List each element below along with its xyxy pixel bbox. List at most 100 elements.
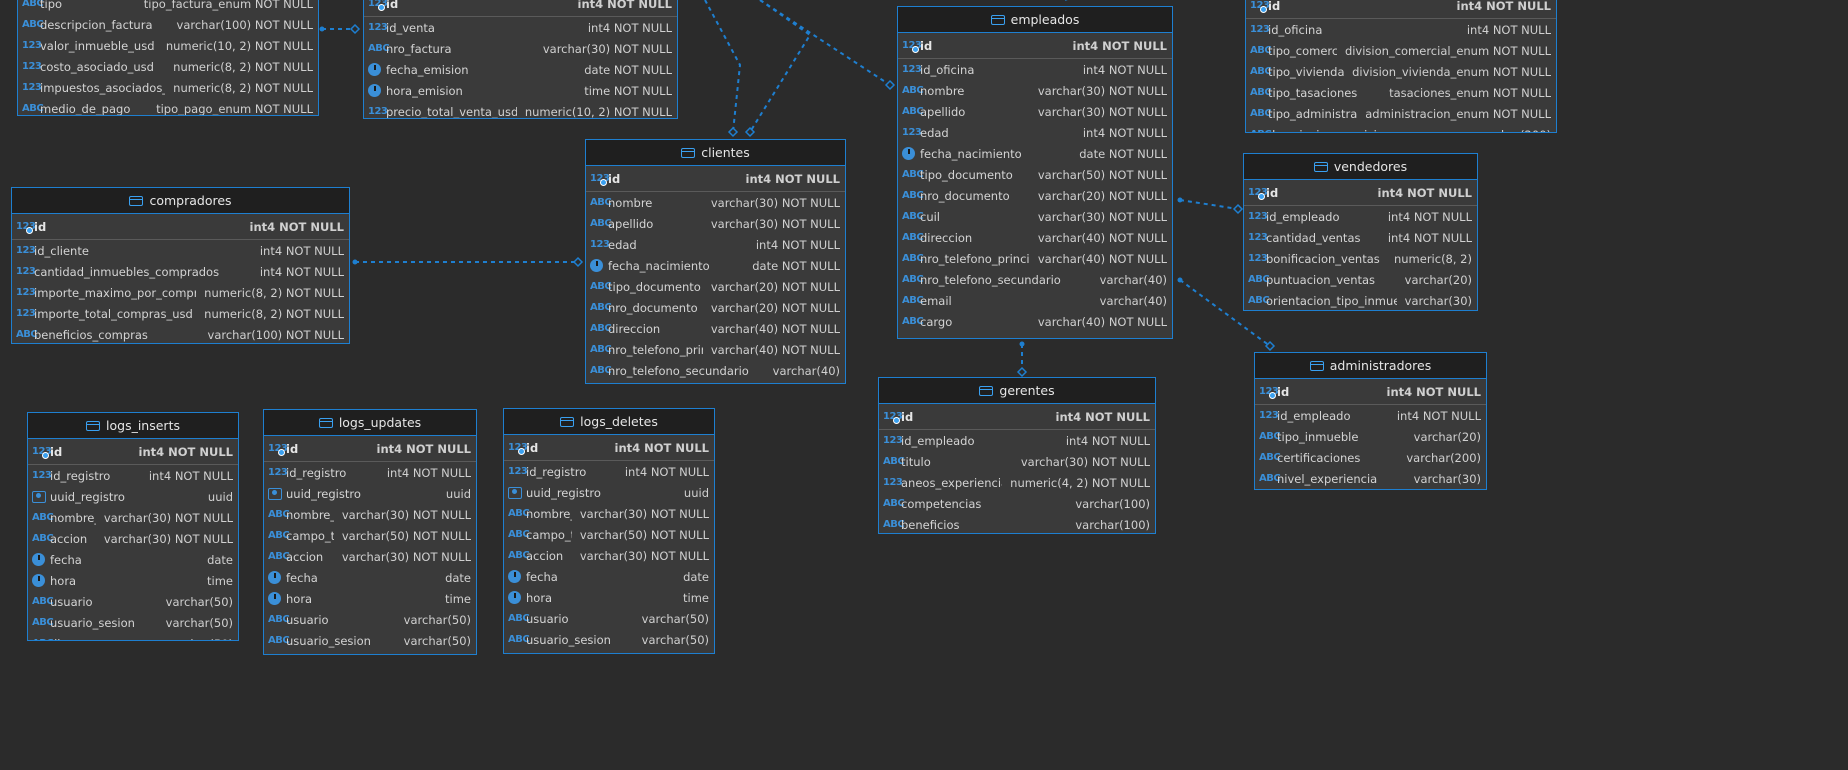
entity-header[interactable]: administradores <box>1255 353 1486 379</box>
column-row[interactable]: 123 edad int4 NOT NULL <box>586 234 845 255</box>
column-row[interactable]: 123 id_empleado int4 NOT NULL <box>1255 405 1486 426</box>
column-row[interactable]: 123 id_oficina int4 NOT NULL <box>1246 19 1556 40</box>
column-row[interactable]: ABC accion varchar(30) NOT NULL <box>264 546 476 567</box>
column-row[interactable]: ABC usuario_sesion varchar(50) <box>264 630 476 651</box>
column-row[interactable]: ABCdbvarchar(50) <box>264 651 476 654</box>
column-row[interactable]: ABCemailvarchar(40) <box>898 290 1172 311</box>
column-row[interactable]: ABC direccion varchar(40) NOT NULL <box>898 227 1172 248</box>
column-row[interactable]: ABC titulo varchar(30) NOT NULL <box>879 451 1155 472</box>
entity-logs-inserts[interactable]: logs_inserts 123 id int4 NOT NULL 123 id_regi… <box>27 412 239 641</box>
column-row[interactable]: ABC direccion varchar(40) NOT NULL <box>586 318 845 339</box>
entity-administradores[interactable]: administradores 123 id int4 NOT NULL 123 id_e… <box>1254 352 1487 490</box>
er-diagram-canvas[interactable]: ABC tipo tipo_factura_enum NOT NULL ABC desc… <box>0 0 1848 770</box>
column-row[interactable]: ABC puntuacion_ventas varchar(20) <box>1244 269 1477 290</box>
column-row[interactable]: 123 id_venta int4 NOT NULL <box>364 17 677 38</box>
column-row[interactable]: hora_emision time NOT NULL <box>364 80 677 101</box>
entity-table-partial[interactable]: 123 id int4 NOT NULL 123 id_oficina int4 NOT … <box>1245 0 1557 133</box>
column-row[interactable]: ABC usuario_sesion varchar(50) <box>28 612 238 633</box>
column-row[interactable]: ABC apellido varchar(30) NOT NULL <box>898 101 1172 122</box>
column-row[interactable]: uuid_registro uuid <box>264 483 476 504</box>
primary-key-row[interactable]: 123id int4 NOT NULL <box>364 0 677 17</box>
column-row[interactable]: hora time <box>504 587 714 608</box>
entity-gerentes[interactable]: gerentes 123 id int4 NOT NULL 123 id_empleado… <box>878 377 1156 534</box>
column-row[interactable]: ABC competencias varchar(100) <box>879 493 1155 514</box>
primary-key-row[interactable]: 123id int4 NOT NULL <box>504 435 714 461</box>
entity-header[interactable]: clientes <box>586 140 845 166</box>
column-row[interactable]: ABCorientacion_tipo_inmueble varchar(30) <box>1244 290 1477 310</box>
column-row[interactable]: ABC nro_factura varchar(30) NOT NULL <box>364 38 677 59</box>
primary-key-row[interactable]: 123id int4 NOT NULL <box>1255 379 1486 405</box>
entity-empleados[interactable]: empleados 123 id int4 NOT NULL 123 id_oficina… <box>897 6 1173 339</box>
column-row[interactable]: 123 cantidad_ventas int4 NOT NULL <box>1244 227 1477 248</box>
primary-key-row[interactable]: 123id int4 NOT NULL <box>264 436 476 462</box>
column-row[interactable]: ABC beneficios varchar(100) <box>879 514 1155 533</box>
column-row[interactable]: 123impuestos_asociados_usd numeric(8, 2) … <box>18 77 318 98</box>
column-row[interactable]: 123 id_registro int4 NOT NULL <box>264 462 476 483</box>
column-row[interactable]: 123aneos_experiencia_laboral numeric(4, 2… <box>879 472 1155 493</box>
column-row[interactable]: ABCcampo_tabla varchar(50) NOT NULL <box>264 525 476 546</box>
column-row[interactable]: 123 id_registro int4 NOT NULL <box>28 465 238 486</box>
entity-header[interactable]: compradores <box>12 188 349 214</box>
column-row[interactable]: 123 cantidad_inmuebles_comprados int4 NOT … <box>12 261 349 282</box>
column-row[interactable]: ABC usuario varchar(50) <box>264 609 476 630</box>
column-row[interactable]: ABC accion varchar(30) NOT NULL <box>28 528 238 549</box>
column-row[interactable]: fecha_nacimiento date NOT NULL <box>586 255 845 276</box>
column-row[interactable]: ABC nro_documento varchar(20) NOT NULL <box>586 297 845 318</box>
column-row[interactable]: 123antiguedadint4 <box>898 332 1172 339</box>
column-row[interactable]: ABCnombre_tabla varchar(30) NOT NULL <box>264 504 476 525</box>
column-row[interactable]: ABC tipo_tasaciones tasaciones_enum NOT NU… <box>1246 82 1556 103</box>
column-row[interactable]: ABC usuario_sesion varchar(50) <box>504 629 714 650</box>
primary-key-row[interactable]: 123id int4 NOT NULL <box>12 214 349 240</box>
column-row[interactable]: ABC tipo tipo_factura_enum NOT NULL <box>18 0 318 14</box>
column-row[interactable]: uuid_registro uuid <box>28 486 238 507</box>
column-row[interactable]: ABCdbvarchar(50) <box>28 633 238 641</box>
column-row[interactable]: ABC cuil varchar(30) NOT NULL <box>898 206 1172 227</box>
column-row[interactable]: fecha date <box>264 567 476 588</box>
primary-key-row[interactable]: 123id int4 NOT NULL <box>898 33 1172 59</box>
column-row[interactable]: 123 id_empleado int4 NOT NULL <box>1244 206 1477 227</box>
column-row[interactable]: 123 valor_inmueble_usd numeric(10, 2) NOT … <box>18 35 318 56</box>
column-row[interactable]: ABC nro_documento varchar(20) NOT NULL <box>898 185 1172 206</box>
column-row[interactable]: ABC apellido varchar(30) NOT NULL <box>586 213 845 234</box>
entity-header[interactable]: vendedores <box>1244 154 1477 180</box>
column-row[interactable]: ABCcampo_tabla varchar(50) NOT NULL <box>504 524 714 545</box>
column-row[interactable]: fecha date <box>504 566 714 587</box>
column-row[interactable]: ABCnro_telefono_principal varchar(40) NOT… <box>898 248 1172 269</box>
entity-header[interactable]: logs_deletes <box>504 409 714 435</box>
column-row[interactable]: ABCnro_telefono_principal varchar(40) NOT… <box>586 339 845 360</box>
column-row[interactable]: ABCdescripcion_serviciosvarchar(200) <box>1246 124 1556 133</box>
column-row[interactable]: ABC nro_telefono_secundario varchar(40) <box>898 269 1172 290</box>
column-row[interactable]: ABC tipo_inmueble varchar(20) <box>1255 426 1486 447</box>
column-row[interactable]: ABC certificaciones varchar(200) <box>1255 447 1486 468</box>
entity-logs-updates[interactable]: logs_updates 123 id int4 NOT NULL 123 id_regi… <box>263 409 477 655</box>
primary-key-row[interactable]: 123id int4 NOT NULL <box>1246 0 1556 19</box>
column-row[interactable]: 123 edad int4 NOT NULL <box>898 122 1172 143</box>
column-row[interactable]: ABC tipo_documento varchar(20) NOT NULL <box>586 276 845 297</box>
column-row[interactable]: 123 precio_total_venta_usd numeric(10, 2) … <box>364 101 677 119</box>
entity-logs-deletes[interactable]: logs_deletes 123 id int4 NOT NULL 123 id_regi… <box>503 408 715 654</box>
column-row[interactable]: 123 id_oficina int4 NOT NULL <box>898 59 1172 80</box>
column-row[interactable]: 123 id_cliente int4 NOT NULL <box>12 240 349 261</box>
column-row[interactable]: ABCnombre_tabla varchar(30) NOT NULL <box>28 507 238 528</box>
column-row[interactable]: ABCtipo_administracion administracion_enu… <box>1246 103 1556 124</box>
primary-key-row[interactable]: 123id int4 NOT NULL <box>1244 180 1477 206</box>
column-row[interactable]: uuid_registro uuid <box>504 482 714 503</box>
entity-table-partial[interactable]: ABC tipo tipo_factura_enum NOT NULL ABC desc… <box>17 0 319 116</box>
primary-key-row[interactable]: 123id int4 NOT NULL <box>28 439 238 465</box>
column-row[interactable]: fecha_nacimiento date NOT NULL <box>898 143 1172 164</box>
column-row[interactable]: ABC descripcion_factura varchar(100) NOT N… <box>18 14 318 35</box>
entity-header[interactable]: logs_inserts <box>28 413 238 439</box>
entity-header[interactable]: gerentes <box>879 378 1155 404</box>
column-row[interactable]: ABC cargo varchar(40) NOT NULL <box>898 311 1172 332</box>
column-row[interactable]: ABC tipo_documento varchar(50) NOT NULL <box>898 164 1172 185</box>
column-row[interactable]: ABC medio_de_pago tipo_pago_enum NOT NULL <box>18 98 318 116</box>
column-row[interactable]: 123 id_empleado int4 NOT NULL <box>879 430 1155 451</box>
entity-vendedores[interactable]: vendedores 123 id int4 NOT NULL 123 id_emplea… <box>1243 153 1478 311</box>
column-row[interactable]: hora time <box>264 588 476 609</box>
entity-header[interactable]: empleados <box>898 7 1172 33</box>
column-row[interactable]: 123importe_maximo_por_compra_usd numeric(… <box>12 282 349 303</box>
column-row[interactable]: ABC nombre varchar(30) NOT NULL <box>586 192 845 213</box>
column-row[interactable]: 123 bonificacion_ventas numeric(8, 2) <box>1244 248 1477 269</box>
primary-key-row[interactable]: 123id int4 NOT NULL <box>879 404 1155 430</box>
column-row[interactable]: ABCemailvarchar(40) <box>586 381 845 383</box>
